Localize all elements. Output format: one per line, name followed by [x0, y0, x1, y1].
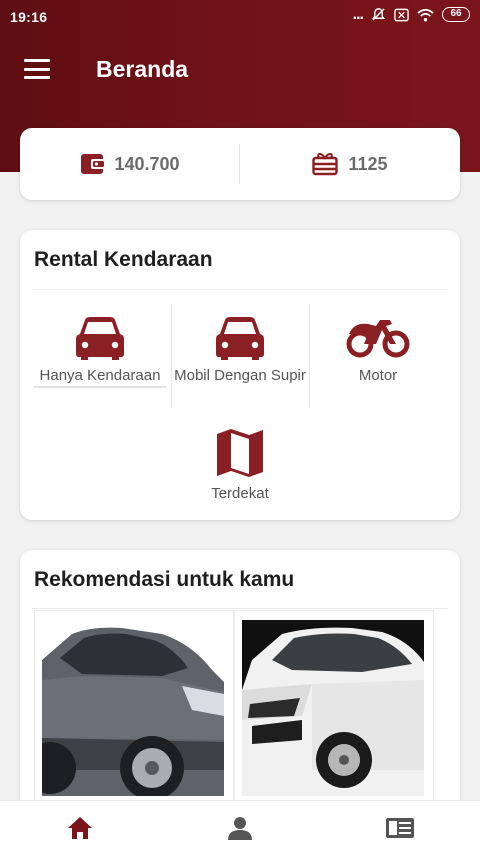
menu-bar-top	[24, 59, 50, 62]
menu-bar-bottom	[24, 76, 50, 79]
status-bar: 19:16 ... 66	[0, 0, 480, 34]
balance-card: 140.700 1125	[20, 128, 460, 200]
selected-underline	[34, 386, 166, 388]
rental-card: Rental Kendaraan Hanya Kendaraan Mobil D…	[20, 230, 460, 520]
page-title: Beranda	[96, 56, 189, 82]
profile-icon	[228, 817, 252, 840]
recommendation-card: Rekomendasi untuk kamu	[20, 550, 460, 830]
status-icons: ... 66	[352, 5, 470, 23]
wallet-icon	[81, 154, 105, 174]
car-icon	[76, 317, 124, 360]
option-label: Motor	[358, 367, 398, 384]
menu-button[interactable]	[22, 56, 52, 82]
option-mobil-dengan-supir[interactable]: Mobil Dengan Supir	[172, 316, 308, 384]
bell-muted-icon	[371, 8, 386, 21]
car-image	[242, 620, 424, 810]
option-label: Mobil Dengan Supir	[174, 367, 306, 384]
car-photo-white-mpv[interactable]	[242, 620, 424, 810]
battery-indicator: 66	[442, 7, 470, 22]
rental-title-divider	[32, 289, 448, 290]
news-icon	[386, 818, 414, 838]
rental-section-title: Rental Kendaraan	[34, 248, 213, 271]
points-amount: 1125	[348, 153, 388, 174]
option-hanya-kendaraan[interactable]: Hanya Kendaraan	[32, 316, 168, 384]
option-label: Terdekat	[211, 485, 269, 502]
wallet-balance[interactable]: 140.700	[20, 128, 240, 200]
gift-card-icon	[312, 152, 339, 176]
status-time: 19:16	[10, 9, 48, 25]
nav-home[interactable]	[64, 813, 96, 843]
menu-bar-middle	[24, 67, 50, 71]
home-icon	[68, 817, 92, 839]
recommendation-title-divider	[32, 608, 448, 609]
nav-profile[interactable]	[224, 813, 256, 843]
wifi-icon	[417, 8, 434, 21]
bottom-navigation	[0, 800, 480, 853]
option-terdekat[interactable]: Terdekat	[172, 428, 308, 502]
option-label: Hanya Kendaraan	[39, 367, 161, 384]
wallet-amount: 140.700	[114, 153, 180, 174]
car-image	[42, 620, 224, 810]
points-balance[interactable]: 1125	[240, 128, 460, 200]
recommendation-title: Rekomendasi untuk kamu	[34, 568, 295, 591]
car-photo-grey-mpv[interactable]	[42, 620, 224, 810]
motorcycle-icon	[346, 320, 410, 358]
nav-news[interactable]	[384, 813, 416, 843]
car-icon	[216, 317, 264, 360]
map-icon	[217, 429, 263, 477]
sim-off-icon	[394, 8, 409, 21]
status-dots: ...	[352, 5, 364, 23]
option-motor[interactable]: Motor	[310, 316, 446, 384]
